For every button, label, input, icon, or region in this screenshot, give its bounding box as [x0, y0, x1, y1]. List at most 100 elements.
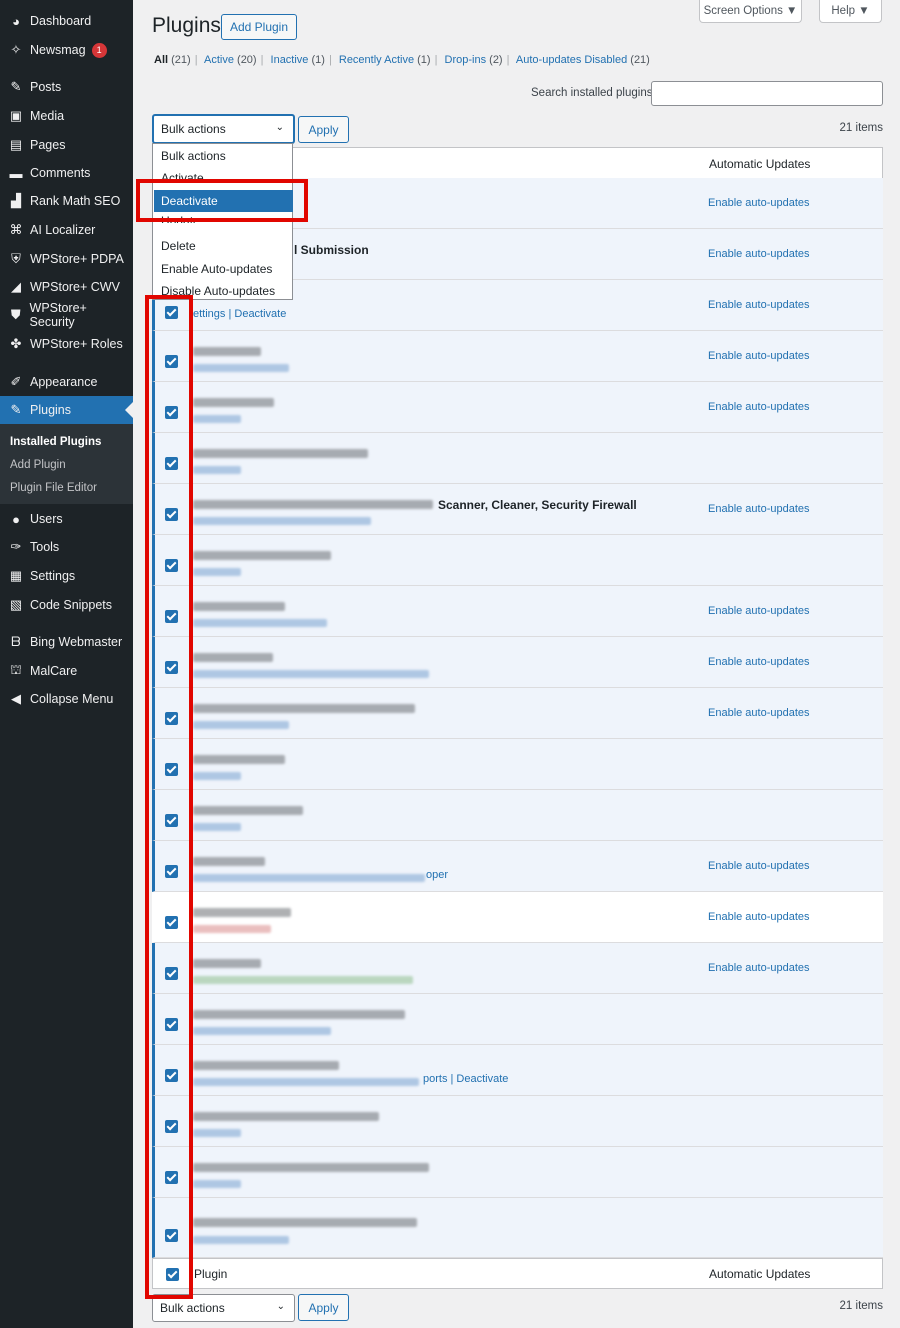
- enable-auto-updates-link[interactable]: Enable auto-updates: [708, 656, 810, 668]
- sidebar-item-posts[interactable]: ✎ Posts: [0, 73, 133, 101]
- table-row: Enable auto-updates: [152, 586, 883, 637]
- table-row: [152, 535, 883, 586]
- sidebar-item-wpstore-security[interactable]: ⛊ WPStore+ Security: [0, 301, 133, 329]
- shield-icon: ⛊: [10, 307, 21, 322]
- enable-auto-updates-link[interactable]: Enable auto-updates: [708, 248, 810, 260]
- apply-button-top[interactable]: Apply: [298, 116, 349, 143]
- collapse-menu-button[interactable]: ◀ Collapse Menu: [0, 685, 133, 713]
- table-row: [152, 1096, 883, 1147]
- row-actions-redacted: [193, 925, 271, 933]
- submenu-installed-plugins[interactable]: Installed Plugins: [10, 436, 101, 448]
- enable-auto-updates-link[interactable]: Enable auto-updates: [708, 350, 810, 362]
- table-row: [152, 994, 883, 1045]
- submenu-add-plugin[interactable]: Add Plugin: [10, 459, 66, 471]
- filter-recently-active[interactable]: Recently Active: [339, 54, 414, 66]
- add-plugin-button[interactable]: Add Plugin: [221, 14, 297, 40]
- search-label: Search installed plugins: [531, 87, 653, 99]
- brush-icon: ✐: [10, 374, 22, 389]
- plugin-name-redacted: [193, 1218, 417, 1227]
- plugin-name-redacted: [193, 398, 274, 407]
- plugin-name-redacted: [193, 908, 291, 917]
- filter-auto-updates-disabled[interactable]: Auto-updates Disabled: [516, 54, 627, 66]
- option-enable-auto-updates[interactable]: Enable Auto-updates: [161, 262, 272, 276]
- sidebar-item-label: WPStore+ PDPA: [30, 252, 124, 266]
- row-actions-redacted: [193, 568, 241, 576]
- table-row: [152, 790, 883, 841]
- table-row: [152, 433, 883, 484]
- plugin-name: Scanner, Cleaner, Security Firewall: [438, 498, 637, 512]
- filter-all[interactable]: All: [154, 54, 168, 66]
- screen-options-button[interactable]: Screen Options ▼: [699, 0, 802, 23]
- enable-auto-updates-link[interactable]: Enable auto-updates: [708, 605, 810, 617]
- column-plugin: Plugin: [194, 1267, 228, 1281]
- sidebar-item-plugins[interactable]: ✎ Plugins: [0, 396, 133, 424]
- enable-auto-updates-link[interactable]: Enable auto-updates: [708, 197, 810, 209]
- plugins-submenu: Installed Plugins Add Plugin Plugin File…: [0, 424, 133, 504]
- sidebar-item-wpstore-roles[interactable]: ✤ WPStore+ Roles: [0, 330, 133, 358]
- sidebar-item-malcare[interactable]: ⛫ MalCare: [0, 657, 133, 685]
- translate-icon: ⌘: [9, 222, 23, 237]
- sidebar-item-comments[interactable]: ▬ Comments: [0, 159, 133, 187]
- sidebar-item-label: Bing Webmaster: [30, 635, 123, 649]
- sidebar-item-label: Appearance: [30, 375, 98, 389]
- row-actions[interactable]: ports | Deactivate: [423, 1073, 508, 1085]
- sidebar-item-wpstore-pdpa[interactable]: ⛨ WPStore+ PDPA: [0, 245, 133, 273]
- table-row: [152, 1147, 883, 1198]
- row-actions-redacted: [193, 517, 371, 525]
- option-activate[interactable]: Activate: [161, 171, 204, 179]
- enable-auto-updates-link[interactable]: Enable auto-updates: [708, 911, 810, 923]
- plugin-name-redacted: [193, 602, 285, 611]
- enable-auto-updates-link[interactable]: Enable auto-updates: [708, 401, 810, 413]
- search-plugins-input[interactable]: [651, 81, 883, 106]
- row-actions-redacted: [193, 364, 289, 372]
- sidebar-item-dashboard[interactable]: ◕ Dashboard: [0, 7, 133, 35]
- sidebar-item-label: Code Snippets: [30, 598, 113, 612]
- option-bulk-actions[interactable]: Bulk actions: [161, 149, 226, 163]
- sidebar-item-appearance[interactable]: ✐ Appearance: [0, 368, 133, 396]
- enable-auto-updates-link[interactable]: Enable auto-updates: [708, 503, 810, 515]
- row-actions[interactable]: oper: [426, 869, 448, 881]
- table-row: Enable auto-updates: [152, 688, 883, 739]
- row-actions-redacted: [193, 1078, 419, 1086]
- sidebar-item-tools[interactable]: ✑ Tools: [0, 533, 133, 561]
- sidebar-item-bing-webmaster[interactable]: ᗷ Bing Webmaster: [0, 628, 133, 656]
- column-automatic-updates: Automatic Updates: [709, 157, 811, 171]
- items-count-bottom: 21 items: [839, 1300, 883, 1312]
- enable-auto-updates-link[interactable]: Enable auto-updates: [708, 962, 810, 974]
- option-delete[interactable]: Delete: [161, 239, 196, 253]
- sidebar-item-code-snippets[interactable]: ▧ Code Snippets: [0, 591, 133, 619]
- plugin-name-redacted: [193, 1163, 429, 1172]
- sidebar-item-media[interactable]: ▣ Media: [0, 102, 133, 130]
- table-row: Enable auto-updates: [152, 943, 883, 994]
- sidebar-item-newsmag[interactable]: ✧ Newsmag 1: [0, 36, 133, 64]
- bulk-actions-select-top[interactable]: Bulk actions ⌄: [152, 114, 295, 144]
- apply-button-bottom[interactable]: Apply: [298, 1294, 349, 1321]
- rankmath-icon: ▟: [11, 193, 21, 208]
- sidebar-item-wpstore-cwv[interactable]: ◢ WPStore+ CWV: [0, 273, 133, 301]
- sidebar-item-pages[interactable]: ▤ Pages: [0, 131, 133, 159]
- sidebar-item-label: Dashboard: [30, 14, 92, 28]
- sidebar-item-settings[interactable]: ▦ Settings: [0, 562, 133, 590]
- admin-sidebar: ◕ Dashboard ✧ Newsmag 1 ✎ Posts ▣ Media ▤ Page…: [0, 0, 133, 1328]
- enable-auto-updates-link[interactable]: Enable auto-updates: [708, 299, 810, 311]
- help-button[interactable]: Help ▼: [819, 0, 882, 23]
- filter-drop-ins[interactable]: Drop-ins: [445, 54, 487, 66]
- plugins-icon: ✎: [10, 402, 22, 417]
- row-actions-redacted: [193, 670, 429, 678]
- row-actions-redacted: [193, 976, 413, 984]
- table-row: Enable auto-updates: [152, 331, 883, 382]
- sidebar-item-rank-math-seo[interactable]: ▟ Rank Math SEO: [0, 187, 133, 215]
- table-row: Enable auto-updates: [152, 382, 883, 433]
- enable-auto-updates-link[interactable]: Enable auto-updates: [708, 860, 810, 872]
- enable-auto-updates-link[interactable]: Enable auto-updates: [708, 707, 810, 719]
- row-actions-redacted: [193, 466, 241, 474]
- filter-inactive[interactable]: Inactive: [271, 54, 309, 66]
- submenu-plugin-file-editor[interactable]: Plugin File Editor: [10, 482, 97, 494]
- sidebar-item-users[interactable]: ● Users: [0, 505, 133, 533]
- table-row-inactive: Enable auto-updates: [152, 892, 883, 943]
- sidebar-item-label: Plugins: [30, 403, 71, 417]
- sidebar-item-ai-localizer[interactable]: ⌘ AI Localizer: [0, 216, 133, 244]
- filter-active[interactable]: Active: [204, 54, 234, 66]
- sidebar-item-label: MalCare: [30, 664, 78, 678]
- row-actions[interactable]: ettings | Deactivate: [193, 308, 286, 320]
